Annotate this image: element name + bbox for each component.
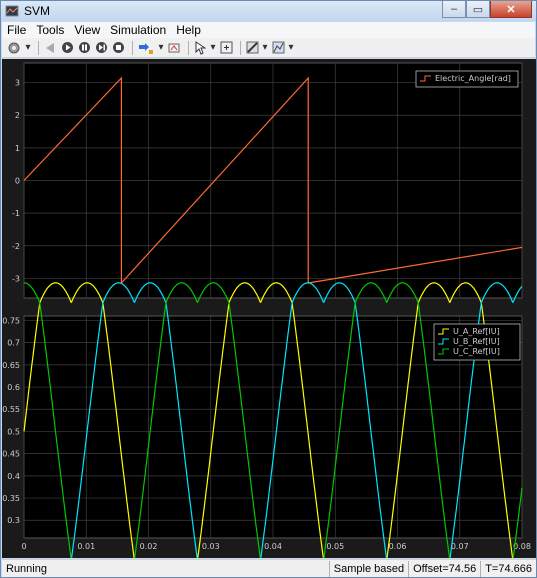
x-tick-label: 0.03 (202, 542, 220, 551)
y-tick-label: 0.6 (7, 383, 20, 392)
y-tick-label: 0.35 (2, 494, 20, 503)
menu-view[interactable]: View (69, 23, 105, 37)
dropdown-arrow-icon[interactable]: ▾ (262, 40, 268, 56)
dropdown-arrow-icon[interactable]: ▾ (210, 40, 216, 56)
toolbar: ▾ ▾ ▾ ▾ ▾ (2, 38, 535, 58)
highlight-icon[interactable] (137, 40, 155, 56)
x-tick-label: 0.06 (389, 542, 407, 551)
dropdown-arrow-icon[interactable]: ▾ (158, 40, 164, 56)
dropdown-arrow-icon[interactable]: ▾ (25, 40, 31, 56)
toolbar-separator (38, 40, 39, 55)
x-tick-label: 0.08 (513, 542, 531, 551)
settings-icon[interactable] (6, 40, 22, 56)
scope-window: SVM – ▭ ✕ File Tools View Simulation Hel… (0, 0, 537, 578)
step-forward-icon[interactable] (94, 40, 108, 56)
y-tick-label: 0.7 (7, 339, 20, 348)
legend-label: U_B_Ref[IU] (453, 337, 500, 346)
legend-label: U_A_Ref[IU] (453, 327, 500, 336)
x-tick-label: 0.01 (77, 542, 95, 551)
y-tick-label: -3 (12, 274, 20, 283)
toolbar-separator (240, 40, 241, 55)
y-tick-label: 0.45 (2, 450, 20, 459)
maximize-button[interactable]: ▭ (466, 1, 490, 18)
toolbar-separator (132, 40, 133, 55)
menu-simulation[interactable]: Simulation (105, 23, 171, 37)
x-tick-label: 0 (21, 542, 26, 551)
title-bar[interactable]: SVM – ▭ ✕ (1, 1, 536, 21)
status-text: Running (6, 562, 47, 575)
scope-chart: 3 2 1 0 -1 -2 -3 Electric_Angle[rad] 0.75 0.7 0.65… (2, 62, 531, 558)
x-tick-label: 0.07 (451, 542, 469, 551)
stop-icon[interactable] (111, 40, 125, 56)
autoscale-icon[interactable] (271, 40, 285, 56)
dropdown-arrow-icon[interactable]: ▾ (288, 40, 294, 56)
minimize-button[interactable]: – (442, 1, 466, 18)
run-icon[interactable] (60, 40, 74, 56)
menu-file[interactable]: File (2, 23, 31, 37)
y-tick-label: 2 (15, 111, 20, 120)
y-tick-label: 0.3 (7, 516, 20, 525)
y-tick-label: 0.4 (7, 472, 20, 481)
close-button[interactable]: ✕ (490, 1, 532, 18)
y-tick-label: 0 (15, 177, 20, 186)
x-tick-label: 0.02 (140, 542, 158, 551)
y-tick-label: 0.55 (2, 405, 20, 414)
y-tick-label: 1 (15, 144, 20, 153)
toolbar-separator (188, 40, 189, 55)
plot-area: 3 2 1 0 -1 -2 -3 Electric_Angle[rad] 0.75 0.7 0.65… (2, 59, 536, 558)
y-tick-label: -1 (12, 209, 20, 218)
step-back-icon[interactable] (43, 40, 57, 56)
x-tick-label: 0.04 (264, 542, 282, 551)
y-tick-label: -2 (12, 242, 20, 251)
menu-tools[interactable]: Tools (31, 23, 69, 37)
x-tick-label: 0.05 (326, 542, 344, 551)
sample-mode: Sample based (328, 560, 408, 577)
style-icon[interactable] (245, 40, 259, 56)
y-tick-label: 3 (15, 79, 20, 88)
time-offset: Offset=74.56 (408, 560, 480, 577)
zoom-icon[interactable] (219, 40, 233, 56)
pause-icon[interactable] (77, 40, 91, 56)
legend-label: Electric_Angle[rad] (435, 74, 511, 83)
y-tick-label: 0.5 (7, 427, 20, 436)
menu-bar: File Tools View Simulation Help (2, 22, 535, 38)
status-bar: Running Sample based Offset=74.56 T=74.6… (2, 559, 536, 577)
y-tick-label: 0.75 (2, 316, 20, 325)
cursor-icon[interactable] (193, 40, 207, 56)
menu-help[interactable]: Help (171, 23, 206, 37)
legend-label: U_C_Ref[IU] (453, 347, 500, 356)
time-display: T=74.666 (480, 560, 536, 577)
window-title: SVM (24, 4, 51, 18)
y-tick-label: 0.65 (2, 361, 20, 370)
app-icon (5, 5, 19, 17)
signal-select-icon[interactable] (167, 40, 181, 56)
